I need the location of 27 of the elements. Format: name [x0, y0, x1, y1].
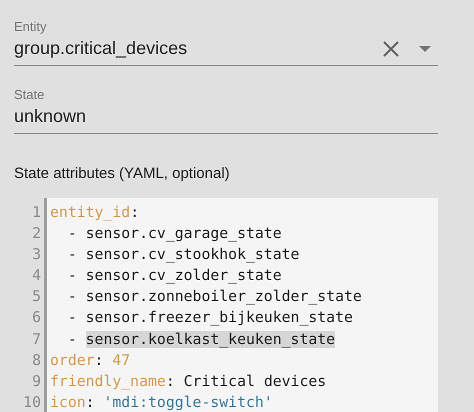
code-line: - sensor.cv_stookhok_state: [66, 245, 300, 266]
state-label: State: [14, 86, 46, 103]
state-field[interactable]: State unknown: [14, 86, 438, 134]
code-line: icon: 'mdi:toggle-switch': [50, 392, 274, 412]
line-number: 8: [31, 350, 42, 371]
code-line: friendly_name: Critical devices: [50, 372, 328, 392]
code-line: - sensor.zonneboiler_zolder_state: [66, 287, 363, 308]
entity-label: Entity: [14, 18, 48, 35]
line-number: 3: [31, 245, 42, 266]
code-line: - sensor.freezer_bijkeuken_state: [66, 308, 354, 328]
code-line: entity_id:: [50, 203, 140, 223]
entity-field[interactable]: Entity group.critical_devices: [14, 18, 438, 66]
line-number: 1: [31, 203, 42, 223]
code-line: - sensor.cv_garage_state: [66, 224, 283, 244]
line-number: 4: [31, 266, 42, 286]
attributes-label: State attributes (YAML, optional): [14, 164, 231, 184]
line-number: 6: [31, 308, 42, 328]
code-line: order: 47: [50, 350, 132, 371]
code-editor[interactable]: [47, 198, 438, 412]
line-number: 7: [31, 330, 42, 350]
entity-value: group.critical_devices: [14, 37, 188, 60]
line-number: 5: [31, 287, 42, 308]
state-value: unknown: [14, 105, 88, 128]
line-number: 10: [22, 392, 42, 412]
code-line: - sensor.cv_zolder_state: [66, 266, 283, 286]
line-number: 9: [31, 372, 42, 392]
line-number: 2: [31, 224, 42, 244]
